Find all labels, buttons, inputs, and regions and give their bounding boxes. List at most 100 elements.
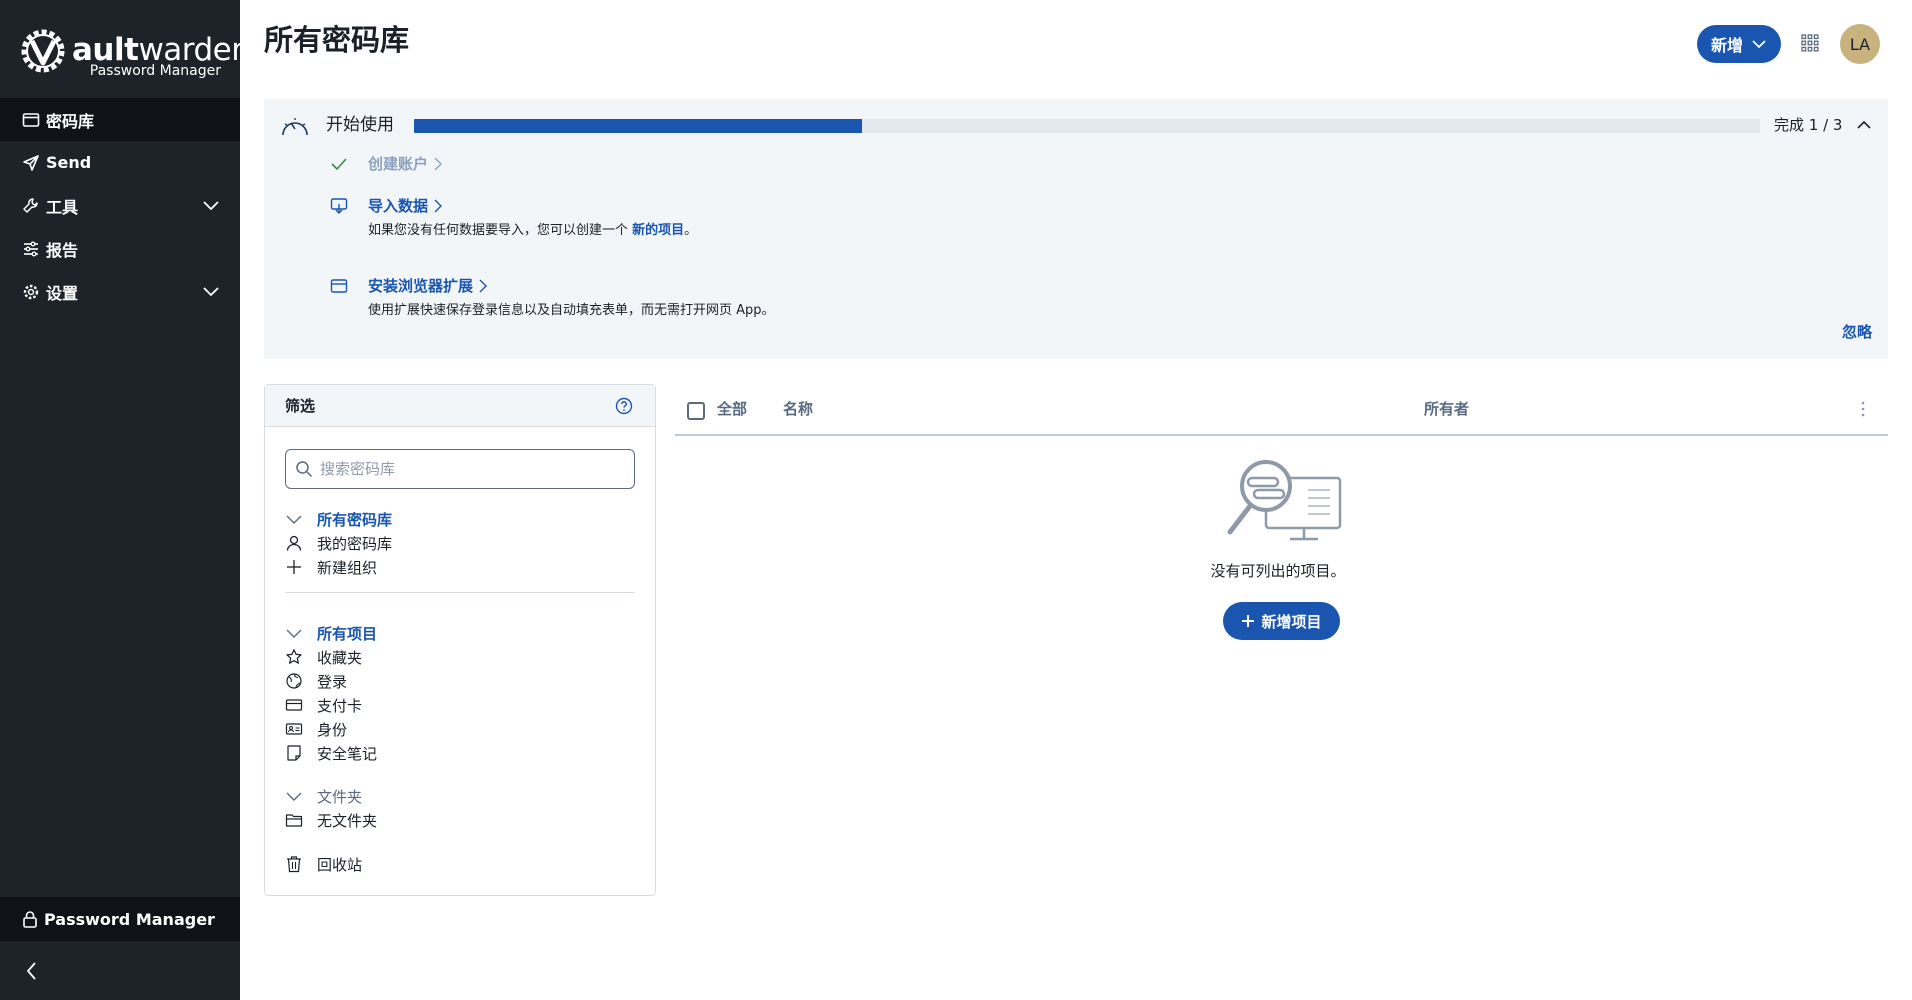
chevron-down-icon xyxy=(203,201,219,211)
search-box xyxy=(285,449,635,489)
filter-label: 文件夹 xyxy=(317,787,363,806)
trash-item[interactable]: 回收站 xyxy=(285,852,362,876)
user-icon xyxy=(286,535,302,551)
chevron-down-icon xyxy=(203,287,219,297)
sidebar-item-label: 工具 xyxy=(46,197,79,217)
product-switcher-label: Password Manager xyxy=(44,909,215,929)
filter-label: 新建组织 xyxy=(317,558,378,577)
chevron-right-icon xyxy=(434,157,443,171)
note-icon xyxy=(287,745,301,761)
onboarding-panel: 开始使用 完成 1 / 3 创建账户 导入数据 如果您没有任何数据要导入，您可以… xyxy=(264,99,1888,359)
column-name[interactable]: 名称 xyxy=(783,398,813,420)
new-button-label: 新增 xyxy=(1710,36,1743,55)
filter-header: 筛选 xyxy=(265,385,655,427)
add-item-button[interactable]: 新增项目 xyxy=(1223,602,1340,640)
search-icon xyxy=(296,461,313,478)
globe-icon xyxy=(286,673,302,689)
filter-label: 所有密码库 xyxy=(317,510,393,529)
filter-panel: 筛选 所有密码库 我的密码库 新建组织 所有项目 收藏夹 xyxy=(264,384,656,896)
star-icon xyxy=(286,649,302,664)
trash-group: 回收站 xyxy=(285,852,362,876)
sidebar-item-tools[interactable]: 工具 xyxy=(0,184,240,227)
dismiss-button[interactable]: 忽略 xyxy=(1842,321,1872,343)
folders-item[interactable]: 文件夹 xyxy=(285,784,377,808)
help-icon[interactable] xyxy=(615,397,633,415)
more-options-icon[interactable] xyxy=(1859,400,1867,418)
sidebar-item-send[interactable]: Send xyxy=(0,141,240,184)
task-label: 导入数据 xyxy=(368,197,429,215)
product-switcher[interactable]: Password Manager xyxy=(0,897,240,941)
sidebar-item-reports[interactable]: 报告 xyxy=(0,227,240,270)
my-vault-item[interactable]: 我的密码库 xyxy=(285,531,392,555)
chevron-down-icon xyxy=(286,792,302,801)
lock-icon xyxy=(23,911,37,928)
secure-note-item[interactable]: 安全笔记 xyxy=(285,741,377,765)
plus-icon xyxy=(1242,615,1255,627)
login-item[interactable]: 登录 xyxy=(285,669,377,693)
empty-state-text: 没有可列出的项目。 xyxy=(1210,562,1346,580)
no-folder-item[interactable]: 无文件夹 xyxy=(285,808,377,832)
filter-label: 支付卡 xyxy=(317,696,363,715)
select-all-label[interactable]: 全部 xyxy=(717,398,747,420)
identity-item[interactable]: 身份 xyxy=(285,717,377,741)
chevron-right-icon xyxy=(434,199,443,213)
wrench-icon xyxy=(23,197,38,213)
task-create-account-link[interactable]: 创建账户 xyxy=(368,153,443,175)
filter-label: 所有项目 xyxy=(317,624,378,643)
favorites-item[interactable]: 收藏夹 xyxy=(285,645,377,669)
chevron-up-icon[interactable] xyxy=(1856,119,1872,131)
no-results-illustration-icon xyxy=(1227,460,1342,541)
search-input[interactable] xyxy=(320,458,620,480)
sidebar-item-vault[interactable]: 密码库 xyxy=(0,98,240,141)
trash-icon xyxy=(287,856,301,873)
vaultwarden-logo[interactable]: aultwarden Password Manager xyxy=(20,26,251,82)
new-org-item[interactable]: 新建组织 xyxy=(285,555,392,579)
types-group: 所有项目 收藏夹 登录 支付卡 身份 安全笔记 xyxy=(285,621,377,765)
select-all-checkbox[interactable] xyxy=(687,402,705,420)
app-switcher-icon[interactable] xyxy=(1801,34,1819,52)
chevron-down-icon xyxy=(1752,40,1766,49)
task-label: 安装浏览器扩展 xyxy=(368,277,474,295)
new-item-link[interactable]: 新的项目 xyxy=(632,223,684,238)
vault-table-header: 全部 名称 所有者 xyxy=(675,384,1888,436)
all-vaults-item[interactable]: 所有密码库 xyxy=(285,507,392,531)
card-item[interactable]: 支付卡 xyxy=(285,693,377,717)
browser-icon xyxy=(330,279,348,293)
task-install-desc: 使用扩展快速保存登录信息以及自动填充表单，而无需打开网页 App。 xyxy=(368,303,775,318)
credit-card-icon xyxy=(285,699,303,711)
task-import-desc-before: 如果您没有任何数据要导入，您可以创建一个 xyxy=(368,223,633,238)
add-item-label: 新增项目 xyxy=(1261,612,1322,631)
filter-label: 登录 xyxy=(317,672,348,691)
task-import-desc-after: 。 xyxy=(684,223,698,238)
sliders-icon xyxy=(24,241,38,256)
onboarding-title: 开始使用 xyxy=(326,115,394,135)
logo-subtitle: Password Manager xyxy=(89,63,221,79)
filter-label: 回收站 xyxy=(317,855,363,874)
sidebar-item-label: 密码库 xyxy=(46,111,95,131)
gear-icon xyxy=(23,284,39,299)
import-icon xyxy=(330,198,348,214)
plus-icon xyxy=(287,560,301,574)
send-icon xyxy=(23,154,39,171)
gear-logo-icon xyxy=(21,29,65,73)
all-items-item[interactable]: 所有项目 xyxy=(285,621,377,645)
task-install-extension-link[interactable]: 安装浏览器扩展 xyxy=(368,275,488,297)
filter-title: 筛选 xyxy=(285,397,316,415)
filter-label: 安全笔记 xyxy=(317,744,378,763)
column-owner: 所有者 xyxy=(1424,400,1470,418)
sidebar-item-settings[interactable]: 设置 xyxy=(0,270,240,313)
filter-label: 我的密码库 xyxy=(317,534,393,553)
task-import-data-link[interactable]: 导入数据 xyxy=(368,195,443,217)
filter-label: 收藏夹 xyxy=(317,648,363,667)
sidebar-item-label: 报告 xyxy=(46,240,79,260)
page-title: 所有密码库 xyxy=(264,23,410,57)
sidebar: aultwarden Password Manager 密码库 Send 工具 … xyxy=(0,0,251,1000)
chevron-down-icon xyxy=(286,515,302,524)
avatar[interactable]: LA xyxy=(1840,24,1880,64)
folder-icon xyxy=(285,814,303,827)
new-button[interactable]: 新增 xyxy=(1697,25,1781,63)
filter-label: 无文件夹 xyxy=(317,811,378,830)
vaults-group: 所有密码库 我的密码库 新建组织 xyxy=(285,507,392,579)
onboarding-count: 完成 1 / 3 xyxy=(1774,116,1843,134)
chevron-left-icon[interactable] xyxy=(22,960,42,982)
